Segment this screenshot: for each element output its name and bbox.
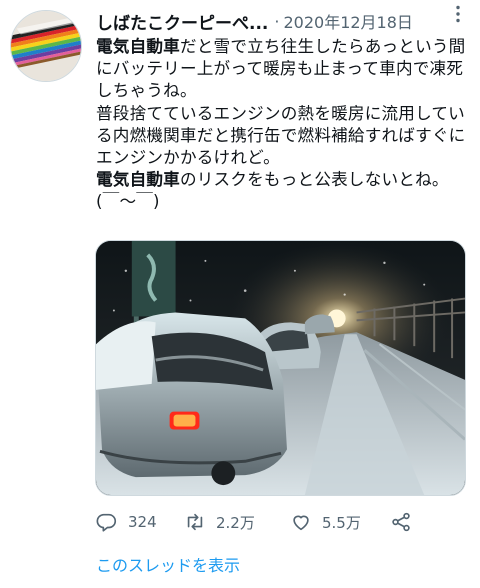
avatar-image (11, 11, 81, 81)
tweet-actions: 324 2.2万 5.5万 (96, 508, 456, 536)
reply-button[interactable]: 324 (96, 511, 184, 533)
paragraph-text: 普段捨てているエンジンの熱を暖房に流用している内燃機関車だと携行缶で燃料補給すれ… (96, 103, 466, 168)
more-button[interactable] (446, 2, 470, 26)
retweet-button[interactable]: 2.2万 (184, 511, 290, 533)
tweet-paragraph-1: 電気自動車だと雪で立ち往生したらあっという間にバッテリー上がって暖房も止まって車… (96, 36, 472, 103)
retweet-count: 2.2万 (216, 513, 255, 532)
avatar[interactable] (10, 10, 82, 82)
header-separator: · (274, 11, 280, 31)
share-button[interactable] (390, 511, 422, 533)
tweet-header: しばたこクーピーぺ... · 2020年12月18日 (96, 8, 470, 34)
share-icon (392, 512, 410, 532)
display-name[interactable]: しばたこクーピーぺ... (96, 9, 268, 34)
tweet-date[interactable]: 2020年12月18日 (283, 9, 412, 33)
tweet-photo[interactable] (95, 240, 466, 496)
tweet-text: 電気自動車だと雪で立ち往生したらあっという間にバッテリー上がって暖房も止まって車… (96, 36, 472, 214)
heart-icon (293, 515, 309, 531)
like-button[interactable]: 5.5万 (290, 511, 390, 533)
retweet-icon (187, 513, 203, 531)
reply-count: 324 (128, 513, 157, 531)
more-vertical-icon (456, 5, 460, 23)
like-count: 5.5万 (322, 513, 361, 532)
show-thread-link[interactable]: このスレッドを表示 (96, 552, 240, 576)
tweet-paragraph-3: 電気自動車のリスクをもっと公表しないとね。(￣～￣) (96, 169, 472, 213)
reply-icon (96, 513, 117, 532)
tweet-paragraph-2: 普段捨てているエンジンの熱を暖房に流用している内燃機関車だと携行缶で燃料補給すれ… (96, 103, 472, 170)
snow-road-photo (96, 241, 465, 495)
bold-term: 電気自動車 (96, 37, 180, 56)
bold-term: 電気自動車 (96, 170, 180, 190)
